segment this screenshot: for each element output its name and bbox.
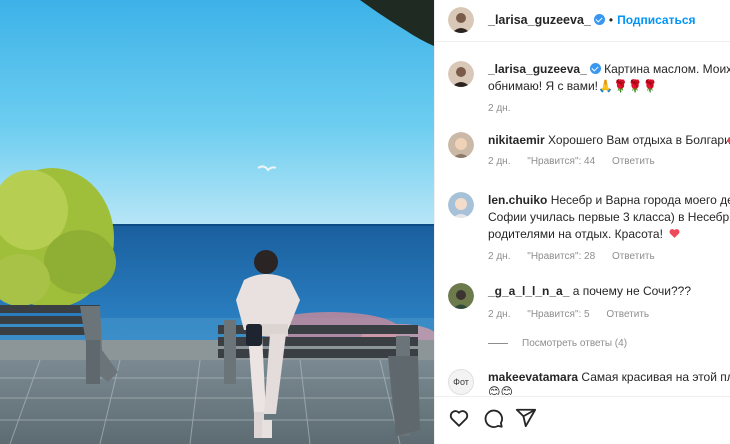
view-replies-label: Посмотреть ответы (4) [522,338,628,349]
comment-username[interactable]: nikitaemir [488,133,545,147]
comment-line: Самая красивая на этой планет [581,370,730,384]
commenter-avatar[interactable] [448,132,474,158]
commenter-avatar[interactable] [448,283,474,309]
comment-time[interactable]: 2 дн. [488,251,510,262]
comment-likes[interactable]: "Нравится": 28 [527,251,595,262]
verified-badge-icon [589,63,601,74]
post-actions [435,396,730,444]
comment-likes[interactable]: "Нравится": 44 [527,156,595,167]
comment-line: 😊😊 [488,385,514,395]
reply-button[interactable]: Ответить [612,251,655,262]
share-icon[interactable] [515,407,537,429]
comment-meta: 2 дн. "Нравится": 44 Ответить [488,156,669,167]
comment-line: Несебр и Варна города моего детстве [550,193,730,207]
caption-author-avatar[interactable] [448,61,474,87]
comment-meta: 2 дн. "Нравится": 28 Ответить [488,251,669,262]
comment-line-text: родителями на отдых. Красота! [488,227,663,241]
comment-line: родителями на отдых. Красота! [488,226,730,243]
comment-time[interactable]: 2 дн. [488,156,510,167]
comments-list[interactable]: _larisa_guzeeva_ Картина маслом. Моих до… [435,43,730,395]
comment-text: len.chuiko Несебр и Варна города моего д… [488,192,730,209]
follow-button[interactable]: Подписаться [617,13,695,27]
post-header: _larisa_guzeeva_ • Подписаться [435,0,730,42]
caption-meta: 2 дн. [488,103,524,114]
reply-button[interactable]: Ответить [612,156,655,167]
comment-username[interactable]: len.chuiko [488,193,547,207]
red-heart-emoji-icon [669,229,680,238]
replies-divider-line [488,342,508,344]
verified-badge-icon [593,14,605,25]
commenter-avatar[interactable]: Фот [448,369,474,395]
comment-text: nikitaemir Хорошего Вам отдыха в Болгари… [488,132,730,149]
separator-dot: • [608,13,614,27]
caption-text: _larisa_guzeeva_ Картина маслом. Моих до… [488,61,730,78]
commenter-avatar[interactable] [448,192,474,218]
caption-time[interactable]: 2 дн. [488,103,510,114]
post-photo[interactable] [0,0,434,444]
seaside-photo [0,0,434,444]
instagram-post: _larisa_guzeeva_ • Подписаться _larisa_guz… [0,0,730,444]
comment-username[interactable]: makeevatamara [488,370,578,384]
caption-username[interactable]: _larisa_guzeeva_ [488,62,587,76]
comment-line: а почему не Сочи??? [572,284,691,298]
comment-icon[interactable] [482,407,504,429]
heart-icon[interactable] [448,407,470,429]
avatar-placeholder-text: Фот [453,377,469,387]
post-side-panel: _larisa_guzeeva_ • Подписаться _larisa_guz… [434,0,730,444]
comment-text: _g_a_l_l_n_a_ а почему не Сочи??? [488,283,730,300]
comment-meta: 2 дн. "Нравится": 5 Ответить [488,309,663,320]
author-username[interactable]: _larisa_guzeeva_ [488,13,591,27]
caption-line-1: Картина маслом. Моих доро [604,62,730,76]
comment-likes[interactable]: "Нравится": 5 [527,309,589,320]
view-replies-button[interactable]: Посмотреть ответы (4) [488,338,627,349]
reply-button[interactable]: Ответить [606,309,649,320]
author-avatar[interactable] [448,7,474,33]
comment-time[interactable]: 2 дн. [488,309,510,320]
comment-line: Хорошего Вам отдыха в Болгарии [548,133,730,147]
comment-line: Софии училась первые 3 класса) в Несебр … [488,210,730,224]
comment-username[interactable]: _g_a_l_l_n_a_ [488,284,569,298]
caption-line-2: обнимаю! Я с вами!🙏🌹🌹🌹 [488,79,658,93]
